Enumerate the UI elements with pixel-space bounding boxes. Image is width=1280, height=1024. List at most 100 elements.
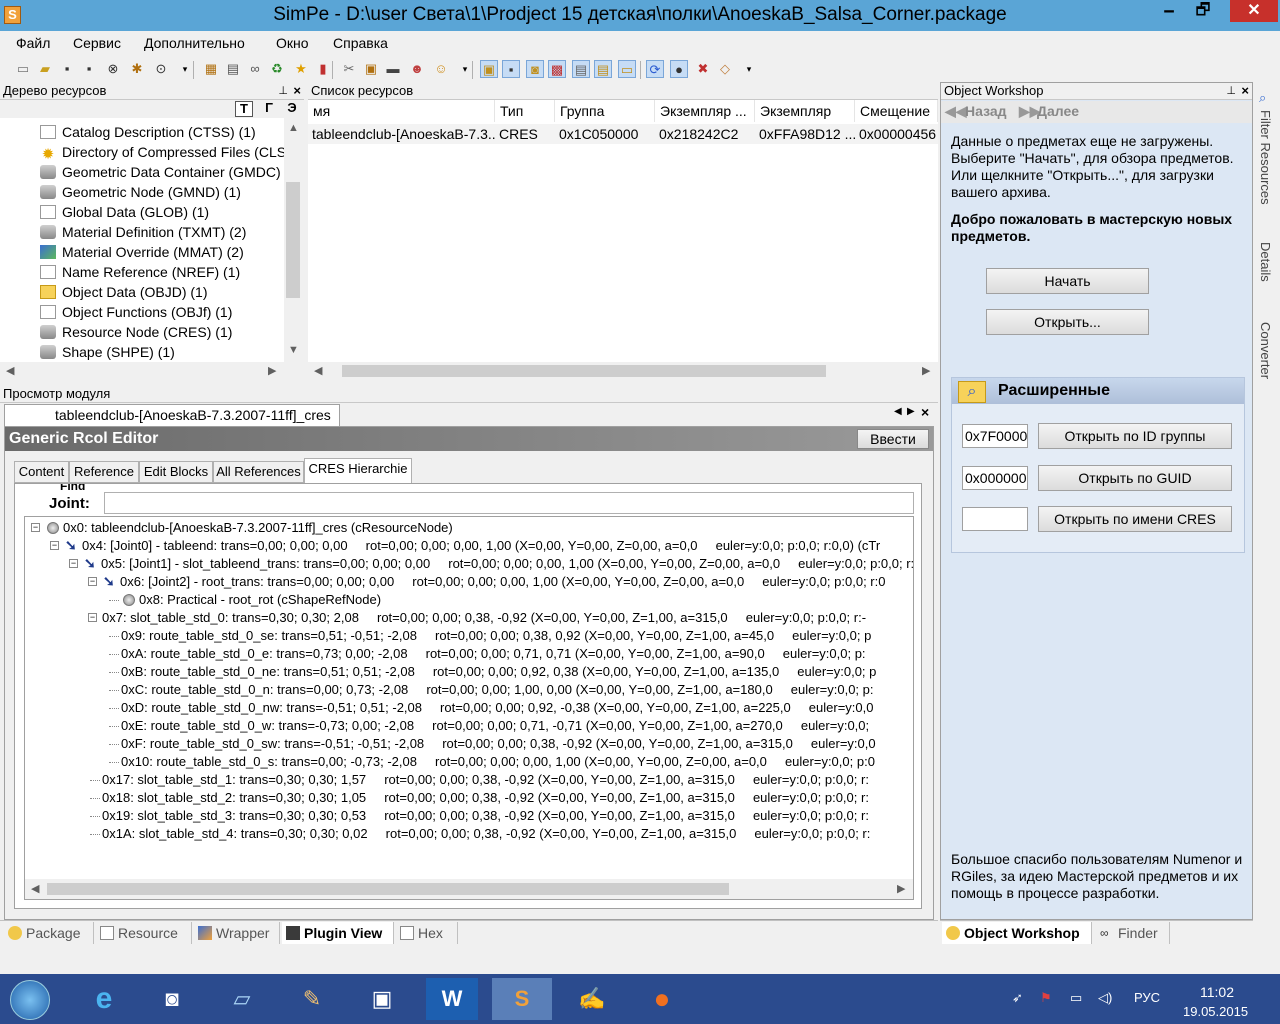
save-as-icon[interactable]: ▪ <box>80 60 98 78</box>
tab-cres-hierarchie[interactable]: CRES Hierarchie <box>304 458 412 484</box>
open-folder-icon[interactable]: ▰ <box>36 60 54 78</box>
toolbar-overflow-icon[interactable]: ▾ <box>740 60 758 78</box>
clock-date[interactable]: 19.05.2015 <box>1183 1004 1248 1019</box>
tree-item[interactable]: Name Reference (NREF) (1) <box>40 262 240 282</box>
commit-button[interactable]: Ввести <box>857 429 929 449</box>
tree-item[interactable]: Catalog Description (CTSS) (1) <box>40 122 256 142</box>
language-indicator[interactable]: РУС <box>1134 990 1160 1005</box>
open-by-cres-name-button[interactable]: Открыть по имени CRES <box>1038 506 1232 532</box>
scroll-up-icon[interactable]: ▲ <box>288 122 299 134</box>
tab-scroll-right-icon[interactable]: ▶ <box>907 406 915 417</box>
tree-item[interactable]: Global Data (GLOB) (1) <box>40 202 209 222</box>
scroll-thumb[interactable] <box>47 883 729 895</box>
tab-reference[interactable]: Reference <box>69 461 139 483</box>
scroll-down-icon[interactable]: ▼ <box>288 344 299 356</box>
open-by-guid-button[interactable]: Открыть по GUID <box>1038 465 1232 491</box>
hierarchy-node[interactable]: 0x8: Practical - root_rot (cShapeRefNode… <box>139 591 381 609</box>
hierarchy-node[interactable]: 0x6: [Joint2] - root_trans: trans=0,00; … <box>120 573 885 591</box>
start-button[interactable] <box>10 980 50 1020</box>
package-icon[interactable]: ▦ <box>202 60 220 78</box>
firefox-icon[interactable]: ● <box>636 978 688 1020</box>
hierarchy-node[interactable]: 0x0: tableendclub-[AnoeskaB-7.3.2007-11f… <box>63 519 453 537</box>
scroll-right-icon[interactable]: ▶ <box>268 364 276 377</box>
list-hscrollbar[interactable]: ◀ ▶ <box>308 362 938 380</box>
tree-item[interactable]: ✹ Directory of Compressed Files (CLST <box>40 142 295 162</box>
hierarchy-node[interactable]: 0x7: slot_table_std_0: trans=0,30; 0,30;… <box>102 609 866 627</box>
cut-icon[interactable]: ✂ <box>340 60 358 78</box>
doc-icon[interactable]: ▤ <box>224 60 242 78</box>
cres-name-input[interactable] <box>962 507 1028 531</box>
pin-icon[interactable]: ⊥ <box>1226 83 1236 99</box>
bottom-tab-resource[interactable]: Resource <box>96 922 192 944</box>
tree-hscrollbar[interactable]: ◀ ▶ <box>0 362 304 380</box>
menu-help[interactable]: Справка <box>333 35 388 51</box>
view-package-icon[interactable]: ▣ <box>480 60 498 78</box>
paint-icon[interactable]: ✎ <box>286 978 338 1020</box>
hierarchy-node[interactable]: 0xC: route_table_std_0_n: trans=0,00; 0,… <box>121 681 873 699</box>
bottom-tab-plugin-view[interactable]: Plugin View <box>282 922 394 944</box>
tree-item[interactable]: Resource Node (CRES) (1) <box>40 322 232 342</box>
ie-icon[interactable]: e <box>78 978 130 1020</box>
minimize-button[interactable]: 🗕 <box>1155 0 1183 22</box>
tab-edit-blocks[interactable]: Edit Blocks <box>139 461 213 483</box>
open-by-group-id-button[interactable]: Открыть по ID группы <box>1038 423 1232 449</box>
tree-item[interactable]: Geometric Node (GMND) (1) <box>40 182 241 202</box>
menu-service[interactable]: Сервис <box>73 35 121 51</box>
collapse-toggle-icon[interactable]: − <box>69 559 78 568</box>
view-wrapper-icon[interactable]: ▩ <box>548 60 566 78</box>
scroll-thumb[interactable] <box>22 365 258 377</box>
bottom-tab-package[interactable]: Package <box>4 922 94 944</box>
pen-icon[interactable]: ✍ <box>566 978 618 1020</box>
paste-icon[interactable]: ▣ <box>362 60 380 78</box>
guid-input[interactable]: 0x000000C <box>962 466 1028 490</box>
recycle-icon[interactable]: ♻ <box>268 60 286 78</box>
tree-item[interactable]: Object Functions (OBJf) (1) <box>40 302 232 322</box>
doc-tab-cres[interactable]: tableendclub-[AnoeskaB-7.3.2007-11ff]_cr… <box>4 404 340 426</box>
tree-sort-group-button[interactable]: Γ <box>260 101 278 117</box>
close-file-icon[interactable]: ⊗ <box>104 60 122 78</box>
simpe-taskbar-icon[interactable]: S <box>492 978 552 1020</box>
collapse-toggle-icon[interactable]: − <box>31 523 40 532</box>
eraser-icon[interactable]: ◇ <box>716 60 734 78</box>
side-tab-converter[interactable]: Converter <box>1258 322 1273 379</box>
column-group[interactable]: Группа <box>555 100 655 122</box>
tree-vscrollbar[interactable]: ▲ ▼ <box>284 118 302 362</box>
bottom-tab-finder[interactable]: ∞ Finder <box>1096 922 1170 944</box>
column-name[interactable]: мя <box>308 100 495 122</box>
hierarchy-node[interactable]: 0x4: [Joint0] - tableend: trans=0,00; 0,… <box>82 537 880 555</box>
delete-icon[interactable]: ✖ <box>694 60 712 78</box>
scroll-left-icon[interactable]: ◀ <box>31 882 39 895</box>
save-icon[interactable]: ▪ <box>58 60 76 78</box>
column-offset[interactable]: Смещение <box>855 100 938 122</box>
side-tab-details[interactable]: Details <box>1258 242 1273 282</box>
close-icon[interactable]: × <box>1241 83 1249 99</box>
tree-item[interactable]: Object Data (OBJD) (1) <box>40 282 207 302</box>
scroll-thumb[interactable] <box>286 182 300 298</box>
bottom-tab-wrapper[interactable]: Wrapper <box>194 922 280 944</box>
forward-button[interactable]: Далее <box>1037 103 1079 119</box>
tab-content[interactable]: Content <box>14 461 69 483</box>
tree-item[interactable]: Geometric Data Container (GMDC) ( <box>40 162 289 182</box>
hierarchy-node[interactable]: 0xA: route_table_std_0_e: trans=0,73; 0,… <box>121 645 866 663</box>
user-icon[interactable]: ☺ <box>432 60 450 78</box>
hierarchy-node[interactable]: 0x17: slot_table_std_1: trans=0,30; 0,30… <box>102 771 869 789</box>
collapse-toggle-icon[interactable]: − <box>50 541 59 550</box>
tool-icon[interactable]: ✱ <box>128 60 146 78</box>
tree-item[interactable]: Material Override (MMAT) (2) <box>40 242 244 262</box>
side-tab-filter-resources[interactable]: Filter Resources <box>1258 110 1273 205</box>
floppy-icon[interactable]: ▣ <box>356 978 408 1020</box>
back-button[interactable]: Назад <box>965 103 1007 119</box>
hierarchy-node[interactable]: 0xE: route_table_std_0_w: trans=-0,73; 0… <box>121 717 869 735</box>
flag-icon[interactable]: ▮ <box>314 60 332 78</box>
search-icon[interactable]: ⊙ <box>152 60 170 78</box>
hierarchy-node[interactable]: 0x19: slot_table_std_3: trans=0,30; 0,30… <box>102 807 869 825</box>
new-file-icon[interactable]: ▭ <box>14 60 32 78</box>
link-icon[interactable]: ∞ <box>246 60 264 78</box>
hierarchy-node[interactable]: 0x1A: slot_table_std_4: trans=0,30; 0,30… <box>102 825 870 843</box>
toolbar-overflow-icon[interactable]: ▾ <box>176 60 194 78</box>
collapse-toggle-icon[interactable]: − <box>88 577 97 586</box>
tab-all-references[interactable]: All References <box>213 461 304 483</box>
scroll-right-icon[interactable]: ▶ <box>897 882 905 895</box>
hierarchy-node[interactable]: 0x10: route_table_std_0_s: trans=0,00; -… <box>121 753 875 771</box>
network-icon[interactable]: ⚑ <box>1040 990 1052 1006</box>
